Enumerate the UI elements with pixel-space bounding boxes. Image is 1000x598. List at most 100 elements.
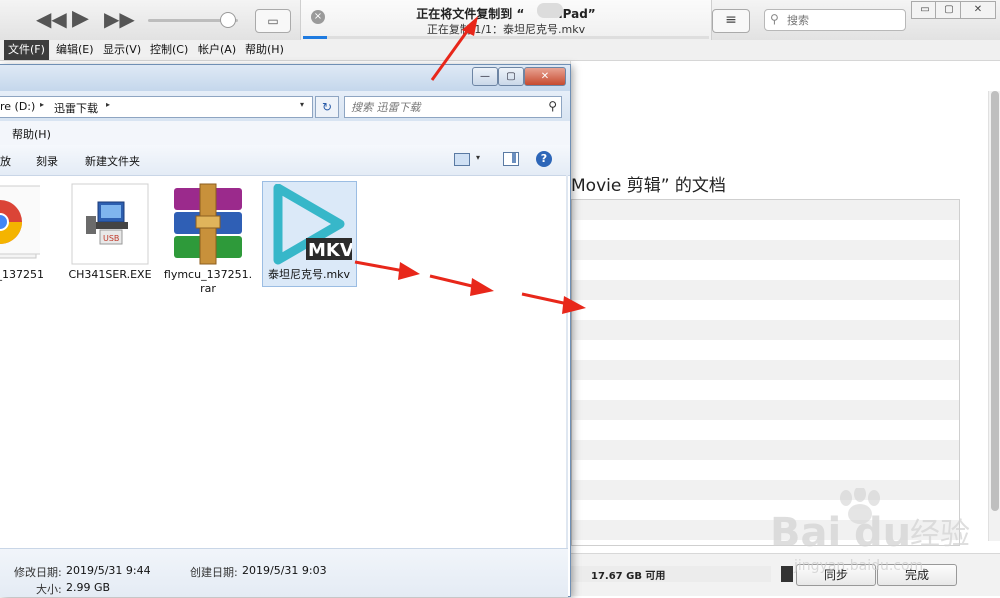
chrome-doc-icon (0, 182, 43, 266)
address-dropdown-icon[interactable]: ▾ (300, 100, 304, 109)
rewind-button[interactable]: ◀◀ (36, 8, 67, 30)
breadcrumb-arrow-icon[interactable]: ▸ (106, 100, 110, 109)
breadcrumb-arrow-icon[interactable]: ▸ (40, 100, 44, 109)
preview-pane-icon-bar (512, 153, 516, 163)
menu-account[interactable]: 帐户(A) (194, 40, 240, 60)
explorer-search-input[interactable] (351, 97, 541, 117)
file-item[interactable]: cu_137251 (0, 182, 46, 290)
itunes-menu-bar: 文件(F) 编辑(E) 显示(V) 控制(C) 帐户(A) 帮助(H) (0, 40, 1000, 61)
breadcrumb-folder[interactable]: 迅雷下载 (54, 100, 98, 116)
watermark-cn: 经验 (910, 517, 970, 552)
watermark-url: jingyan.baidu.com (793, 558, 923, 574)
copy-title-head: 正在将文件复制到 “ (416, 7, 525, 21)
airplay-button[interactable]: ▭ (255, 9, 291, 33)
document-row[interactable] (572, 320, 959, 340)
content-scrollbar[interactable] (988, 91, 1000, 541)
view-dropdown-icon[interactable]: ▾ (476, 153, 480, 162)
file-item[interactable]: USB CH341SER.EXE (64, 182, 156, 290)
help-icon[interactable]: ? (536, 151, 552, 167)
modified-label: 修改日期: (14, 566, 62, 579)
mkv-video-icon: MKV (268, 183, 354, 268)
menu-controls[interactable]: 控制(C) (146, 40, 192, 60)
forward-button[interactable]: ▶▶ (104, 8, 135, 30)
document-row[interactable] (572, 380, 959, 400)
search-icon: ⚲ (548, 99, 557, 113)
file-name: flymcu_137251.rar (163, 268, 253, 295)
copy-progress-fill (303, 36, 328, 39)
itunes-player-bar: ◀◀ ▶ ▶▶ ▭ × 正在将文件复制到 “ iPad” 正在复制 1/1：泰坦… (0, 0, 1000, 41)
redacted-device-name (537, 3, 563, 18)
change-view-icon[interactable] (454, 153, 470, 166)
address-bar[interactable]: re (D:) ▸ 迅雷下载 ▸ ▾ (0, 96, 313, 118)
menu-file[interactable]: 文件(F) (4, 40, 49, 60)
explorer-titlebar[interactable]: — ▢ ✕ (0, 65, 570, 91)
document-row[interactable] (572, 360, 959, 380)
created-value: 2019/5/31 9:03 (242, 564, 327, 577)
document-row[interactable] (572, 340, 959, 360)
explorer-menu-help[interactable]: 帮助(H) (12, 126, 51, 142)
list-icon: ≡ (725, 12, 737, 28)
list-view-button[interactable]: ≡ (712, 9, 750, 33)
copy-progress-bar (303, 36, 709, 39)
document-row[interactable] (572, 200, 959, 220)
size-value: 2.99 GB (66, 581, 111, 594)
winrar-archive-icon (168, 182, 248, 266)
file-item[interactable]: flymcu_137251.rar (162, 182, 254, 295)
document-row[interactable] (572, 280, 959, 300)
play-toolbar-button[interactable]: 放 (0, 153, 11, 169)
breadcrumb-drive[interactable]: re (D:) (0, 100, 35, 113)
preview-pane-icon[interactable] (503, 152, 519, 166)
itunes-maximize-button[interactable]: ▢ (935, 1, 963, 19)
explorer-search-box[interactable]: ⚲ (344, 96, 562, 118)
created-label: 创建日期: (190, 566, 238, 579)
menu-edit[interactable]: 编辑(E) (52, 40, 98, 60)
svg-text:USB: USB (103, 234, 119, 243)
explorer-maximize-button[interactable]: ▢ (498, 67, 524, 86)
document-row[interactable] (572, 420, 959, 440)
explorer-toolbar: 放 刻录 新建文件夹 ▾ ? (0, 145, 570, 176)
status-display: × 正在将文件复制到 “ iPad” 正在复制 1/1：泰坦尼克号.mkv (300, 0, 712, 40)
document-row[interactable] (572, 260, 959, 280)
airplay-icon: ▭ (267, 14, 279, 28)
itunes-close-button[interactable]: ✕ (960, 1, 996, 19)
storage-bar: 17.67 GB 可用 (571, 566, 771, 582)
explorer-close-button[interactable]: ✕ (524, 67, 566, 86)
explorer-minimize-button[interactable]: — (472, 67, 498, 86)
burn-toolbar-button[interactable]: 刻录 (36, 153, 58, 169)
storage-free-label: 17.67 GB 可用 (591, 571, 666, 582)
address-row: re (D:) ▸ 迅雷下载 ▸ ▾ ↻ ⚲ (0, 91, 570, 121)
document-row[interactable] (572, 400, 959, 420)
explorer-menu-bar: 帮助(H) (0, 121, 570, 146)
menu-view[interactable]: 显示(V) (99, 40, 145, 60)
document-row[interactable] (572, 220, 959, 240)
pane-divider[interactable] (566, 175, 568, 549)
document-row[interactable] (572, 300, 959, 320)
details-pane: 修改日期: 2019/5/31 9:44 创建日期: 2019/5/31 9:0… (0, 548, 568, 597)
new-folder-button[interactable]: 新建文件夹 (85, 153, 140, 169)
watermark-brand-2: du (854, 510, 911, 556)
search-icon: ⚲ (770, 12, 779, 26)
play-button[interactable]: ▶ (72, 8, 89, 30)
documents-heading: Movie 剪辑” 的文档 (571, 176, 726, 196)
mkv-badge: MKV (308, 240, 352, 261)
copy-status-title: 正在将文件复制到 “ iPad” (301, 5, 711, 22)
itunes-search-input[interactable] (787, 10, 899, 30)
document-row[interactable] (572, 440, 959, 460)
baidu-watermark: Bai du 经验 jingyan.baidu.com (750, 486, 1000, 595)
volume-knob[interactable] (220, 12, 237, 28)
copy-status-subtitle: 正在复制 1/1：泰坦尼克号.mkv (426, 23, 586, 36)
document-row[interactable] (572, 240, 959, 260)
itunes-search-box[interactable]: ⚲ (764, 9, 906, 31)
explorer-window: — ▢ ✕ re (D:) ▸ 迅雷下载 ▸ ▾ ↻ ⚲ 帮助(H) 放 刻录 … (0, 64, 571, 597)
file-list[interactable]: cu_137251 USB CH341SER.EXE (0, 176, 568, 548)
file-name: cu_137251 (0, 268, 44, 281)
modified-value: 2019/5/31 9:44 (66, 564, 151, 577)
refresh-button[interactable]: ↻ (315, 96, 339, 118)
file-item-selected[interactable]: MKV 泰坦尼克号.mkv (262, 181, 357, 287)
usb-installer-icon: USB (70, 182, 150, 266)
menu-help[interactable]: 帮助(H) (241, 40, 288, 60)
document-row[interactable] (572, 460, 959, 480)
watermark-brand: Bai (770, 510, 841, 556)
scrollbar-thumb[interactable] (991, 91, 999, 511)
file-name: CH341SER.EXE (68, 268, 152, 281)
